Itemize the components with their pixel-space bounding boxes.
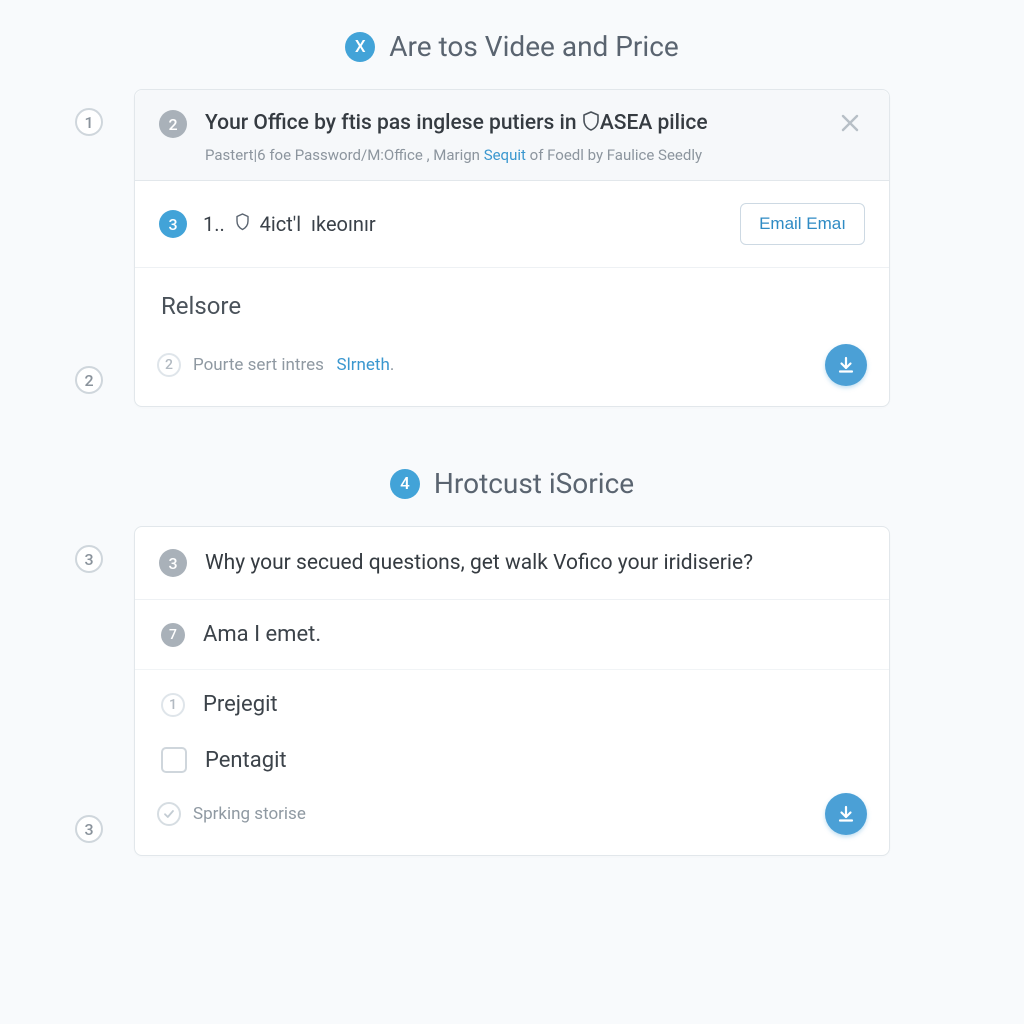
close-icon[interactable] <box>835 110 865 141</box>
card1-header-badge: 2 <box>159 110 187 138</box>
section1-title-badge: X <box>345 32 375 62</box>
card1-row1-rest: 4ict'l ıkeoınır <box>255 212 376 236</box>
option3-text: Pentagit <box>205 748 287 773</box>
card1-row1-text: 1.. 4ict'l ıkeoınır <box>203 212 724 236</box>
card1-header-title-a: Your Office by ftis pas inglese putiers … <box>205 111 577 135</box>
card1-sub-a: Pastert|6 foe Password/M:Office , Marign <box>205 146 480 164</box>
checkbox-icon[interactable] <box>161 747 187 773</box>
shield-mini-icon <box>235 212 255 236</box>
card2-question-text: Why your secued questions, get walk Vofi… <box>205 551 753 575</box>
download-button[interactable] <box>825 344 867 386</box>
card2-header: 3 Why your secued questions, get walk Vo… <box>135 527 889 600</box>
section1-title: X Are tos Videe and Price <box>0 30 1024 63</box>
download-button-2[interactable] <box>825 793 867 835</box>
card1-sub-b: of Foedl by Faulice Seedly <box>530 146 702 164</box>
step-gutter-3: 3 <box>75 545 103 573</box>
option-prejegit[interactable]: 1 Prejegit <box>135 670 889 729</box>
card1-header-sub: Pastert|6 foe Password/M:Office , Marign… <box>205 146 817 164</box>
card2-footer-text: Sprking storise <box>193 804 306 824</box>
option-ama-emet[interactable]: 7 Ama I emet. <box>135 600 889 670</box>
option-pentagit[interactable]: Pentagit <box>135 729 889 779</box>
card1-header-title-b: ASEA pilice <box>600 111 708 135</box>
step-gutter-3b: 3 <box>75 815 103 843</box>
option2-text: Prejegit <box>203 692 278 717</box>
section2-title-text: Hrotcust iSorice <box>434 467 634 500</box>
card-hrotcust: 3 3 Why your secued questions, get walk … <box>134 526 890 856</box>
check-circle-icon <box>157 802 181 826</box>
card1-footer-badge: 2 <box>157 353 181 377</box>
option2-badge: 1 <box>161 693 185 717</box>
option1-text: Ama I emet. <box>203 622 321 647</box>
card1-header: 2 Your Office by ftis pas inglese putier… <box>135 90 889 181</box>
card2-footer: Sprking storise <box>135 779 889 855</box>
step-gutter-2: 2 <box>75 366 103 394</box>
card1-sub-link[interactable]: Sequit <box>484 146 526 164</box>
card1-body-label: Relsore <box>135 268 889 330</box>
option1-badge: 7 <box>161 623 185 647</box>
card-video-price: 1 2 Your Office by ftis pas inglese puti… <box>134 89 890 407</box>
section2-title-badge: 4 <box>390 469 420 499</box>
card1-header-title: Your Office by ftis pas inglese putiers … <box>205 110 817 138</box>
shield-icon <box>582 111 600 138</box>
step-gutter-1: 1 <box>75 108 103 136</box>
card1-footer-b: . <box>390 355 394 375</box>
card1-footer: 2 Pourte sert intres Slrneth. <box>135 330 889 406</box>
card1-footer-text: Pourte sert intres Slrneth. <box>193 355 394 375</box>
card1-header-main: Your Office by ftis pas inglese putiers … <box>205 110 817 164</box>
card2-header-badge: 3 <box>159 549 187 577</box>
card1-row-action: 3 1.. 4ict'l ıkeoınır Email Emaı <box>135 181 889 268</box>
card1-footer-a: Pourte sert intres <box>193 355 324 375</box>
card1-row1-prefix: 1.. <box>203 212 230 236</box>
section2-title: 4 Hrotcust iSorice <box>0 467 1024 500</box>
card1-row1-badge: 3 <box>159 210 187 238</box>
card1-footer-link[interactable]: Slrneth <box>337 355 390 375</box>
section1-title-text: Are tos Videe and Price <box>389 30 679 63</box>
email-button[interactable]: Email Emaı <box>740 203 865 245</box>
